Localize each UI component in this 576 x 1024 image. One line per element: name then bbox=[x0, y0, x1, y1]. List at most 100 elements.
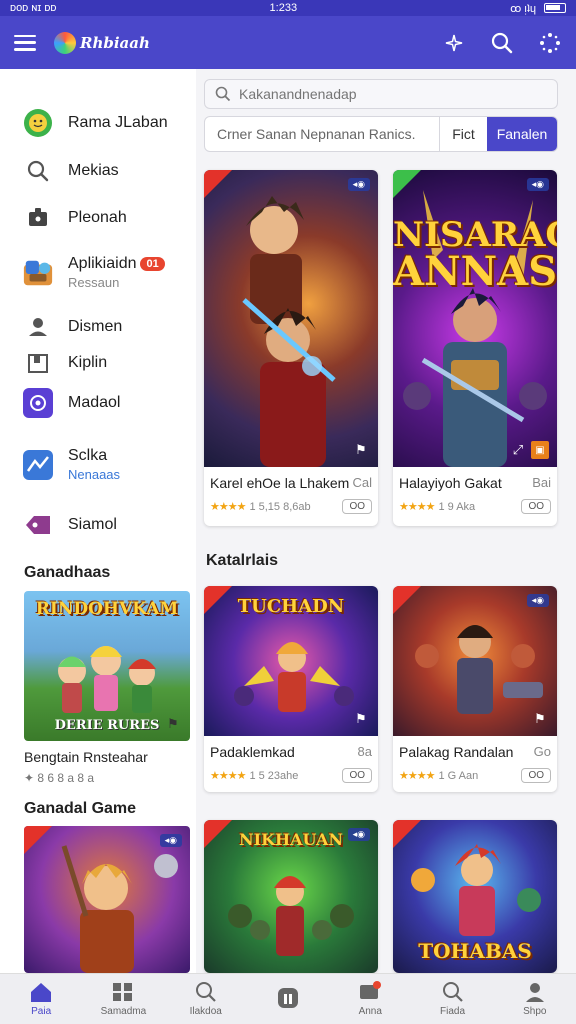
status-right: ꝏ ᴉʇɥ bbox=[510, 2, 566, 15]
app-bar: Rhbiaah bbox=[0, 16, 576, 69]
sidebar-game-card[interactable]: RINDOHVKAM DERIE RURES ⚑ Bengtain Rnstea… bbox=[24, 591, 190, 785]
sidebar-item-search[interactable]: Mekias bbox=[22, 155, 119, 187]
apply-filter-button[interactable]: Fanalen bbox=[487, 117, 557, 151]
game-art: TOHABAS bbox=[393, 820, 557, 973]
sidebar-item-sublabel: Ressaun bbox=[68, 275, 120, 290]
card-info: Halayiyoh Gakat Bai ★★★★ 1 9 Aka OO bbox=[393, 467, 557, 514]
nav-explore[interactable]: Ilakdoa bbox=[165, 974, 247, 1024]
game-card[interactable]: ◂◉ ⚑ Palakag Randalan Go ★★★★ 1 G Aan OO bbox=[393, 586, 557, 792]
battery-icon bbox=[544, 3, 566, 13]
search-icon bbox=[195, 982, 216, 1002]
sidebar-item-label: Sclka bbox=[68, 447, 108, 464]
nav-profile[interactable]: Shpo bbox=[494, 974, 576, 1024]
filter-text[interactable]: Crner Sanan Nepnanan Ranics. bbox=[205, 117, 439, 151]
sidebar-item-games[interactable]: Pleonah bbox=[22, 202, 127, 234]
download-button[interactable]: OO bbox=[342, 768, 372, 783]
game-card[interactable]: ◂◉ NIKHAUAN bbox=[204, 820, 378, 973]
game-title: Bengtain Rnsteahar bbox=[24, 749, 148, 765]
section-title: Katalrlais bbox=[206, 552, 279, 569]
status-bar: ᴅᴏᴅ ɴɪ ᴅᴅ 1:233 ꝏ ᴉʇɥ bbox=[0, 0, 576, 16]
rating-count: 1 G Aan bbox=[438, 770, 479, 782]
rating-stars: ★★★★ bbox=[210, 770, 246, 782]
sidebar-game-card[interactable]: ◂◉ bbox=[24, 826, 190, 973]
game-meta: ✦ 8 6 8 a 8 a bbox=[24, 771, 95, 785]
download-button[interactable]: OO bbox=[521, 499, 551, 514]
bookmark-icon[interactable]: ⚑ bbox=[352, 441, 370, 459]
puzzle-icon bbox=[22, 202, 54, 234]
sparkle-icon[interactable] bbox=[442, 31, 466, 55]
art-title: TOHABAS bbox=[418, 939, 532, 963]
nav-categories[interactable]: Samadma bbox=[82, 974, 164, 1024]
game-price: Cal bbox=[352, 475, 372, 490]
overlay-icon[interactable]: ▣ bbox=[531, 441, 549, 459]
rating-stars: ★★★★ bbox=[210, 501, 246, 513]
more-options-icon[interactable] bbox=[538, 31, 562, 55]
rating-count: 1 9 Aka bbox=[438, 501, 476, 513]
featured-game-card[interactable]: ◂◉ ⚑ Karel ehOe la Lhakem Cal ★★★★ 1 5,15 … bbox=[204, 170, 378, 526]
filter-button[interactable]: Fict bbox=[439, 117, 487, 151]
menu-icon[interactable] bbox=[14, 34, 36, 51]
hero-illustration bbox=[242, 196, 336, 467]
rating-count: 1 5,15 8,6ab bbox=[249, 501, 311, 513]
app-logo[interactable]: Rhbiaah bbox=[54, 31, 150, 54]
download-button[interactable]: OO bbox=[521, 768, 551, 783]
rating-stars: ★★★★ bbox=[399, 501, 435, 513]
game-card[interactable]: TUCHADN ⚑ Padaklemkad 8a ★★★★ 1 5 23ahe OO bbox=[204, 586, 378, 792]
toolbox-icon bbox=[22, 257, 54, 289]
notification-icon bbox=[360, 981, 382, 999]
download-button[interactable]: OO bbox=[342, 499, 372, 514]
sidebar-item-media[interactable]: Madaol bbox=[22, 387, 120, 419]
game-price: 8a bbox=[357, 744, 372, 759]
sidebar-item-tags[interactable]: Siamol bbox=[22, 509, 117, 541]
bookmark-icon bbox=[22, 347, 54, 379]
bookmark-icon[interactable]: ⚑ bbox=[531, 710, 549, 728]
nav-search[interactable]: Fiada bbox=[411, 974, 493, 1024]
sidebar-item-sublabel: Nenaaas bbox=[68, 467, 121, 482]
game-art: ◂◉ NIKHAUAN bbox=[204, 820, 378, 973]
nav-library[interactable] bbox=[247, 974, 329, 1024]
sidebar-item-profile[interactable]: Dismen bbox=[22, 311, 122, 343]
app-bar-actions bbox=[442, 31, 562, 55]
art-title: NISARAG ANNAS bbox=[393, 218, 557, 292]
tag-icon bbox=[22, 509, 54, 541]
sidebar-item-home[interactable]: Rama JLaban bbox=[22, 107, 168, 139]
featured-game-card[interactable]: ◂◉ NISARAG ANNAS ⤢ ▣ Halayiyoh Gakat Bai … bbox=[393, 170, 557, 526]
sidebar-item-stats[interactable]: Sclka Nenaaas bbox=[22, 447, 120, 482]
bookmark-icon[interactable]: ⚑ bbox=[352, 710, 370, 728]
nav-label: Ilakdoa bbox=[189, 1006, 222, 1017]
bottom-nav: Paia Samadma Ilakdoa Anna Fiada Shpo bbox=[0, 973, 576, 1024]
sidebar-section-title: Ganadal Game bbox=[24, 800, 137, 817]
search-icon bbox=[215, 86, 231, 102]
search-bar[interactable] bbox=[204, 79, 558, 109]
art-title-line2: ANNAS bbox=[393, 248, 557, 295]
library-icon bbox=[277, 987, 298, 1008]
sidebar-item-label: Siamol bbox=[68, 516, 117, 533]
sidebar-item-label: Rama JLaban bbox=[68, 114, 168, 131]
nav-notifications[interactable]: Anna bbox=[329, 974, 411, 1024]
game-art: ◂◉ NISARAG ANNAS ⤢ ▣ bbox=[393, 170, 557, 467]
home-icon bbox=[31, 983, 52, 1002]
search-icon[interactable] bbox=[490, 31, 514, 55]
game-price: Bai bbox=[532, 475, 551, 490]
card-info: Palakag Randalan Go ★★★★ 1 G Aan OO bbox=[393, 736, 557, 783]
share-icon[interactable]: ⤢ bbox=[509, 441, 527, 459]
search-icon bbox=[22, 155, 54, 187]
game-card[interactable]: TOHABAS bbox=[393, 820, 557, 973]
game-title: Palakag Randalan bbox=[399, 744, 514, 760]
game-price: Go bbox=[533, 744, 551, 759]
sidebar-item-library[interactable]: Kiplin bbox=[22, 347, 107, 379]
sidebar-item-label: Mekias bbox=[68, 162, 119, 179]
bookmark-icon[interactable]: ⚑ bbox=[164, 715, 182, 733]
sidebar-item-apps[interactable]: Aplikiaidn 01 Ressaun bbox=[22, 255, 165, 290]
game-art: TUCHADN ⚑ bbox=[204, 586, 378, 736]
sidebar-section-title: Ganadhaas bbox=[24, 564, 111, 581]
camera-icon bbox=[22, 387, 54, 419]
nav-home[interactable]: Paia bbox=[0, 974, 82, 1024]
game-art: ◂◉ ⚑ bbox=[204, 170, 378, 467]
card-info: Padaklemkad 8a ★★★★ 1 5 23ahe OO bbox=[204, 736, 378, 783]
search-input[interactable] bbox=[239, 86, 529, 102]
game-title: Halayiyoh Gakat bbox=[399, 475, 502, 491]
game-art: ◂◉ ⚑ bbox=[393, 586, 557, 736]
status-time: 1:233 bbox=[269, 2, 298, 14]
chart-icon bbox=[22, 449, 54, 481]
